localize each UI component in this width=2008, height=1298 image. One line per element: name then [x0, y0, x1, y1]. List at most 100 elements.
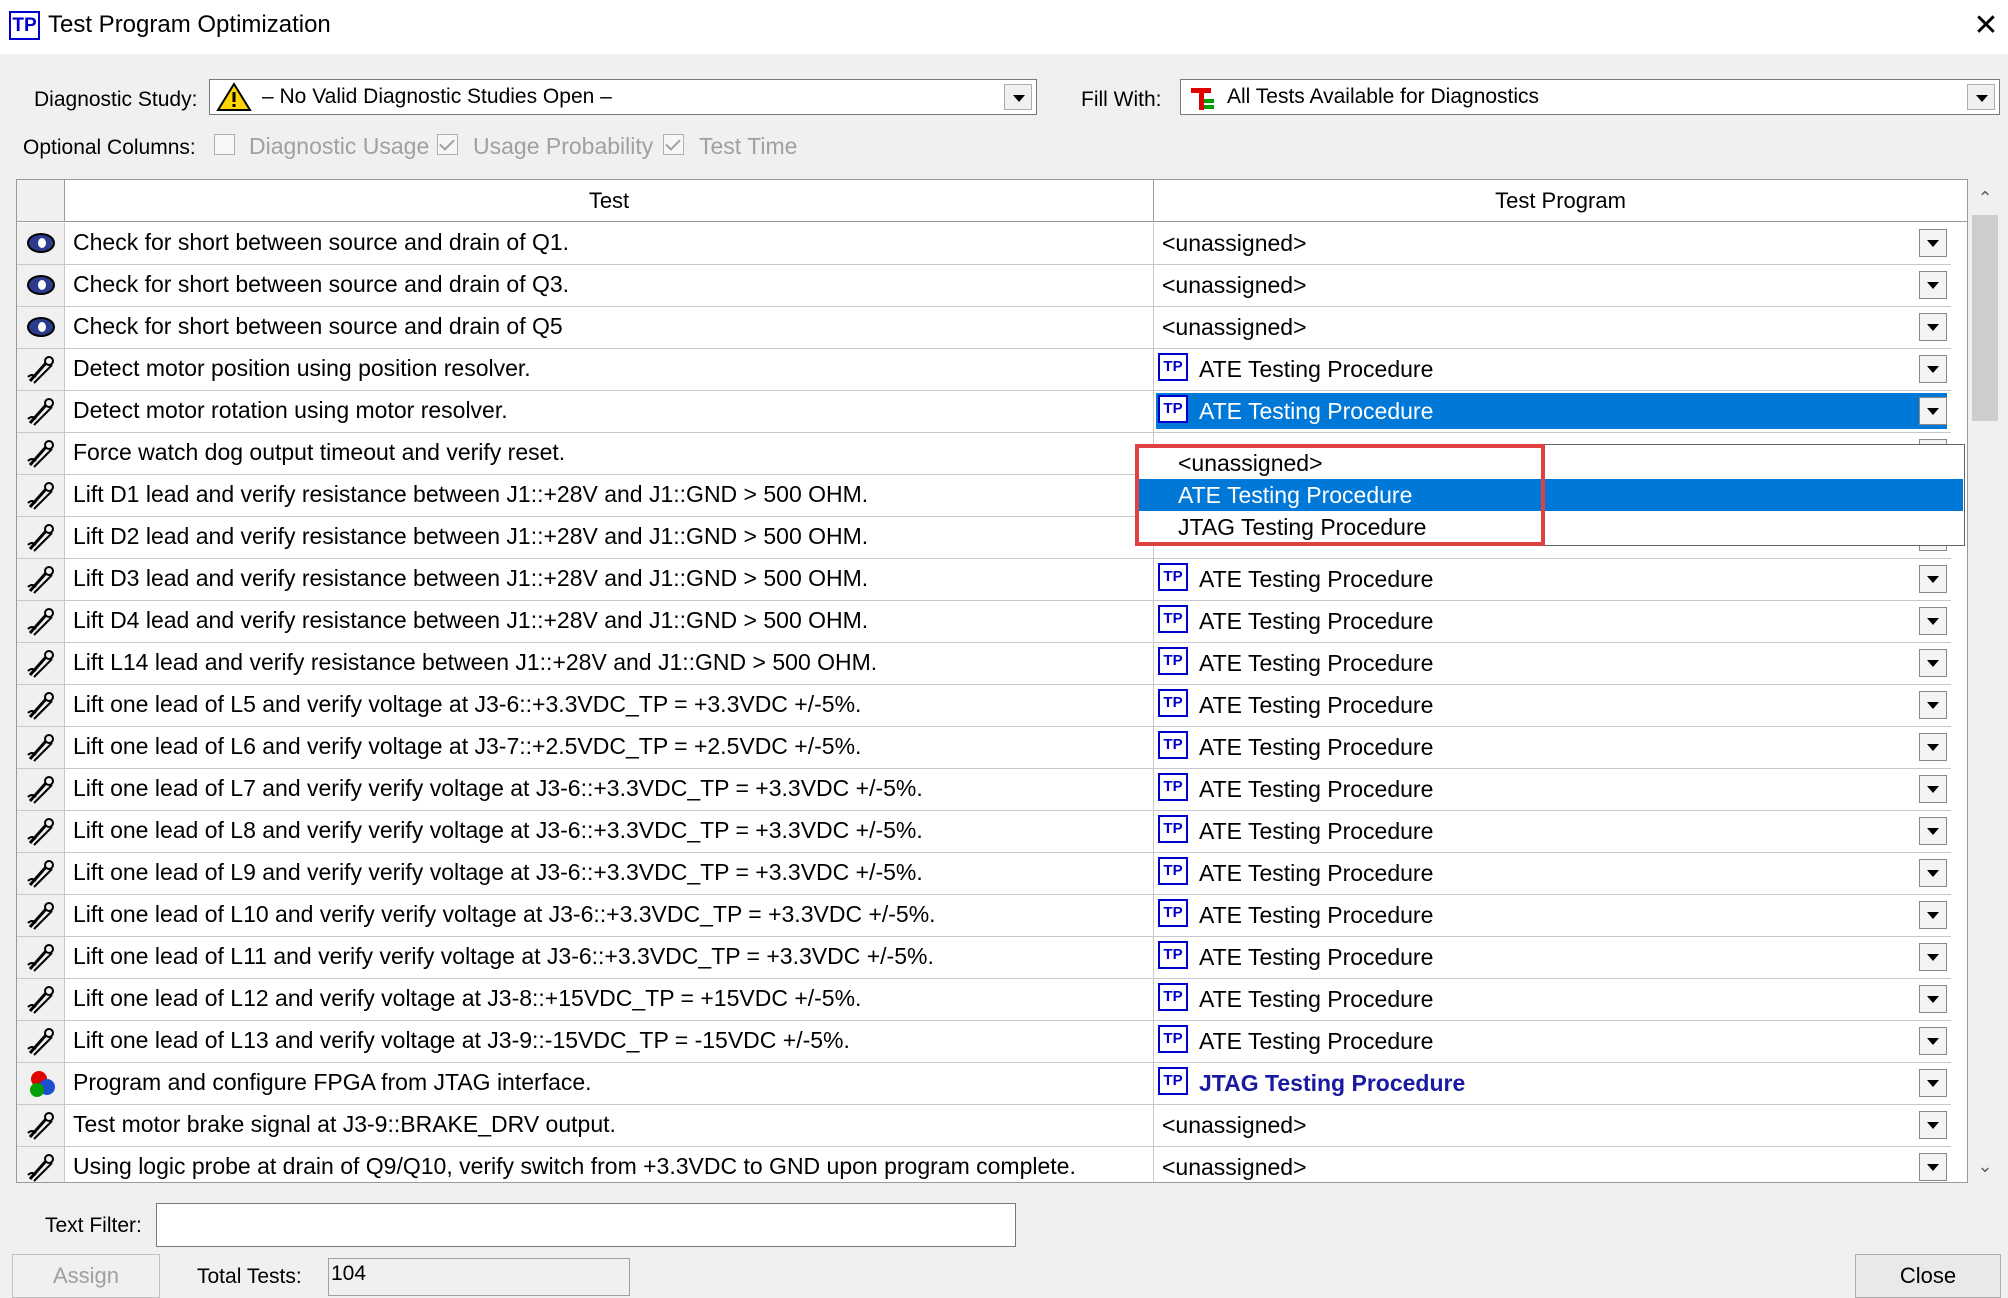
row-header-cell[interactable] — [17, 1063, 65, 1105]
chevron-down-icon[interactable] — [1919, 1027, 1947, 1055]
table-row[interactable]: Lift one lead of L5 and verify voltage a… — [17, 685, 1967, 727]
test-program-cell[interactable]: TP ATE Testing Procedure — [1154, 685, 1951, 727]
chevron-down-icon[interactable] — [1919, 607, 1947, 635]
table-row[interactable]: Program and configure FPGA from JTAG int… — [17, 1063, 1967, 1105]
chevron-down-icon[interactable] — [1919, 985, 1947, 1013]
table-row[interactable]: Detect motor rotation using motor resolv… — [17, 391, 1967, 433]
test-program-cell[interactable]: TP ATE Testing Procedure — [1154, 979, 1951, 1021]
chevron-down-icon[interactable] — [1919, 1153, 1947, 1181]
table-row[interactable]: Lift one lead of L7 and verify verify vo… — [17, 769, 1967, 811]
test-name-cell[interactable]: Force watch dog output timeout and verif… — [65, 433, 1154, 475]
table-row[interactable]: Lift one lead of L10 and verify verify v… — [17, 895, 1967, 937]
row-header-cell[interactable] — [17, 265, 65, 307]
table-row[interactable]: Lift L14 lead and verify resistance betw… — [17, 643, 1967, 685]
chevron-down-icon[interactable] — [1919, 775, 1947, 803]
test-program-cell[interactable]: <unassigned> — [1154, 1147, 1951, 1182]
row-header-cell[interactable] — [17, 979, 65, 1021]
row-header-cell[interactable] — [17, 769, 65, 811]
window-close-button[interactable]: ✕ — [1964, 2, 2008, 52]
row-header-cell[interactable] — [17, 1147, 65, 1182]
test-name-cell[interactable]: Lift one lead of L8 and verify verify vo… — [65, 811, 1154, 853]
diagnostic-usage-checkbox[interactable] — [214, 134, 235, 155]
table-row[interactable]: Using logic probe at drain of Q9/Q10, ve… — [17, 1147, 1967, 1182]
table-row[interactable]: Test motor brake signal at J3-9::BRAKE_D… — [17, 1105, 1967, 1147]
test-program-cell[interactable]: TP ATE Testing Procedure — [1154, 853, 1951, 895]
test-name-cell[interactable]: Lift D3 lead and verify resistance betwe… — [65, 559, 1154, 601]
chevron-down-icon[interactable] — [1967, 84, 1995, 110]
chevron-down-icon[interactable] — [1919, 229, 1947, 257]
test-name-cell[interactable]: Lift one lead of L5 and verify voltage a… — [65, 685, 1154, 727]
test-program-cell[interactable]: <unassigned> — [1154, 265, 1951, 307]
row-header-cell[interactable] — [17, 517, 65, 559]
column-header-test[interactable]: Test — [65, 180, 1154, 222]
table-row[interactable]: Detect motor position using position res… — [17, 349, 1967, 391]
table-row[interactable]: Check for short between source and drain… — [17, 223, 1967, 265]
chevron-down-icon[interactable] — [1919, 649, 1947, 677]
chevron-down-icon[interactable] — [1919, 943, 1947, 971]
test-name-cell[interactable]: Lift one lead of L7 and verify verify vo… — [65, 769, 1154, 811]
test-program-cell[interactable]: TP ATE Testing Procedure — [1154, 937, 1951, 979]
test-program-cell[interactable]: TP ATE Testing Procedure — [1154, 1021, 1951, 1063]
chevron-down-icon[interactable] — [1919, 817, 1947, 845]
row-header-cell[interactable] — [17, 307, 65, 349]
test-program-cell[interactable]: TP ATE Testing Procedure — [1154, 895, 1951, 937]
test-name-cell[interactable]: Check for short between source and drain… — [65, 265, 1154, 307]
test-program-cell[interactable]: TP ATE Testing Procedure — [1154, 643, 1951, 685]
test-program-cell[interactable]: TP ATE Testing Procedure — [1154, 727, 1951, 769]
chevron-down-icon[interactable] — [1919, 355, 1947, 383]
column-header-test-program[interactable]: Test Program — [1154, 180, 1967, 222]
diagnostic-study-select[interactable]: – No Valid Diagnostic Studies Open – — [209, 79, 1037, 115]
row-header-cell[interactable] — [17, 1021, 65, 1063]
test-name-cell[interactable]: Program and configure FPGA from JTAG int… — [65, 1063, 1154, 1105]
assign-button[interactable]: Assign — [12, 1254, 160, 1298]
test-name-cell[interactable]: Check for short between source and drain… — [65, 223, 1154, 265]
row-header-cell[interactable] — [17, 853, 65, 895]
table-row[interactable]: Lift D4 lead and verify resistance betwe… — [17, 601, 1967, 643]
test-name-cell[interactable]: Lift D4 lead and verify resistance betwe… — [65, 601, 1154, 643]
test-time-checkbox[interactable] — [663, 134, 684, 155]
test-name-cell[interactable]: Lift L14 lead and verify resistance betw… — [65, 643, 1154, 685]
chevron-down-icon[interactable] — [1919, 859, 1947, 887]
chevron-down-icon[interactable] — [1919, 691, 1947, 719]
row-header-cell[interactable] — [17, 811, 65, 853]
table-row[interactable]: Lift one lead of L13 and verify voltage … — [17, 1021, 1967, 1063]
row-header-cell[interactable] — [17, 475, 65, 517]
test-name-cell[interactable]: Lift one lead of L13 and verify voltage … — [65, 1021, 1154, 1063]
row-header-cell[interactable] — [17, 559, 65, 601]
test-program-cell[interactable]: TP ATE Testing Procedure — [1154, 349, 1951, 391]
test-program-cell[interactable]: TP ATE Testing Procedure — [1154, 559, 1951, 601]
table-row[interactable]: Lift one lead of L9 and verify verify vo… — [17, 853, 1967, 895]
test-name-cell[interactable]: Lift one lead of L11 and verify verify v… — [65, 937, 1154, 979]
text-filter-input[interactable] — [156, 1203, 1016, 1247]
test-program-cell[interactable]: TP JTAG Testing Procedure — [1154, 1063, 1951, 1105]
test-name-cell[interactable]: Lift D1 lead and verify resistance betwe… — [65, 475, 1154, 517]
test-name-cell[interactable]: Detect motor rotation using motor resolv… — [65, 391, 1154, 433]
row-header-cell[interactable] — [17, 391, 65, 433]
chevron-down-icon[interactable] — [1919, 733, 1947, 761]
table-row[interactable]: Lift one lead of L12 and verify voltage … — [17, 979, 1967, 1021]
row-header-cell[interactable] — [17, 895, 65, 937]
test-name-cell[interactable]: Lift one lead of L9 and verify verify vo… — [65, 853, 1154, 895]
table-row[interactable]: Check for short between source and drain… — [17, 265, 1967, 307]
test-program-cell[interactable]: <unassigned> — [1154, 1105, 1951, 1147]
chevron-down-icon[interactable] — [1919, 397, 1947, 425]
scrollbar-thumb[interactable] — [1972, 215, 1998, 421]
chevron-down-icon[interactable] — [1919, 1069, 1947, 1097]
fill-with-select[interactable]: All Tests Available for Diagnostics — [1180, 79, 2000, 115]
test-program-cell[interactable]: TP ATE Testing Procedure — [1154, 391, 1951, 433]
table-row[interactable]: Lift one lead of L11 and verify verify v… — [17, 937, 1967, 979]
test-program-cell[interactable]: <unassigned> — [1154, 223, 1951, 265]
chevron-down-icon[interactable] — [1004, 84, 1032, 110]
row-header-cell[interactable] — [17, 349, 65, 391]
test-name-cell[interactable]: Test motor brake signal at J3-9::BRAKE_D… — [65, 1105, 1154, 1147]
table-row[interactable]: Check for short between source and drain… — [17, 307, 1967, 349]
test-name-cell[interactable]: Detect motor position using position res… — [65, 349, 1154, 391]
test-name-cell[interactable]: Lift D2 lead and verify resistance betwe… — [65, 517, 1154, 559]
chevron-down-icon[interactable] — [1919, 313, 1947, 341]
row-header-cell[interactable] — [17, 1105, 65, 1147]
test-program-cell[interactable]: <unassigned> — [1154, 307, 1951, 349]
row-header-cell[interactable] — [17, 643, 65, 685]
test-name-cell[interactable]: Check for short between source and drain… — [65, 307, 1154, 349]
test-program-cell[interactable]: TP ATE Testing Procedure — [1154, 811, 1951, 853]
row-header-cell[interactable] — [17, 727, 65, 769]
